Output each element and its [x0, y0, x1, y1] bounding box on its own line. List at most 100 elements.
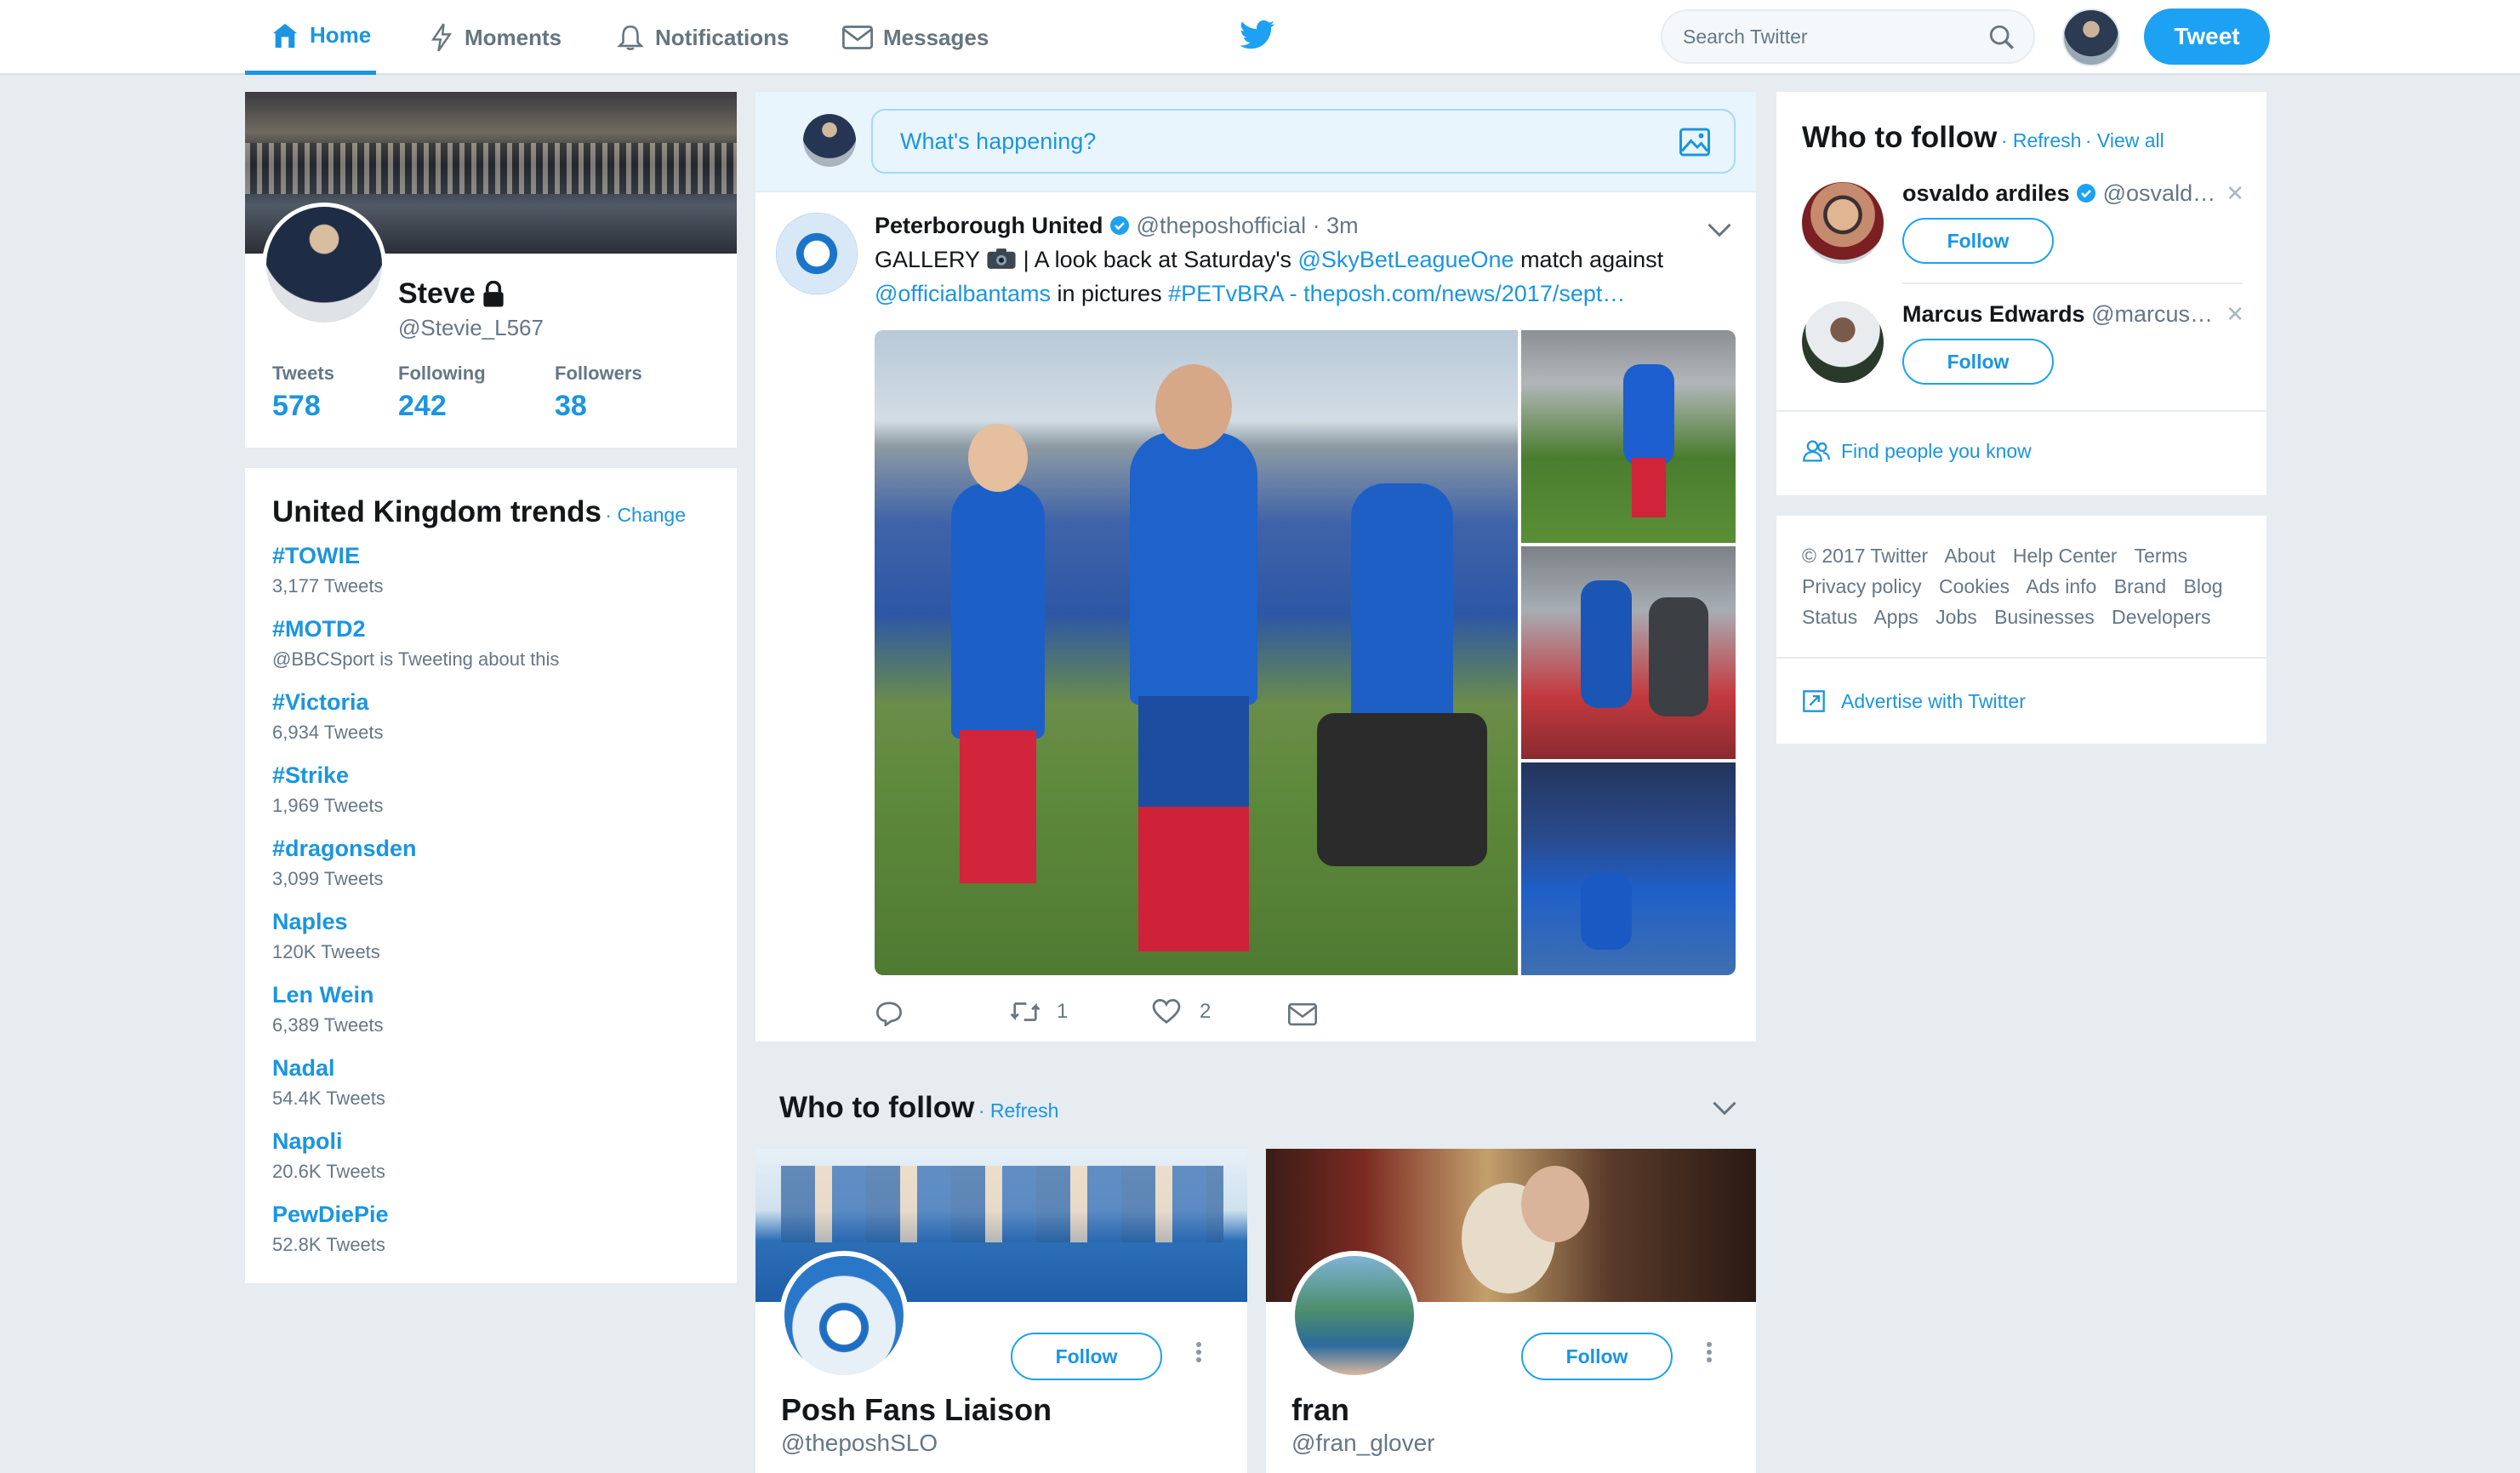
footer-link[interactable]: Developers — [2112, 606, 2210, 628]
wtf-side-handle[interactable]: @marcus… — [2091, 301, 2213, 327]
trend-item[interactable]: #Strike — [272, 762, 349, 789]
wtf-card-name[interactable]: Posh Fans Liaison — [781, 1392, 1052, 1428]
tweet-photo-main[interactable] — [875, 330, 1518, 975]
retweet-action[interactable]: 1 — [1007, 999, 1068, 1025]
tweet-card[interactable]: Peterborough United @theposhofficial · 3… — [755, 192, 1756, 1042]
footer-link[interactable]: Businesses — [1994, 606, 2095, 628]
follow-button[interactable]: Follow — [1902, 218, 2054, 264]
trend-item[interactable]: Nadal — [272, 1055, 335, 1082]
tweet-photo-3[interactable] — [1521, 546, 1736, 759]
trend-item[interactable]: Naples — [272, 909, 348, 935]
mention-link[interactable]: @SkyBetLeagueOne — [1297, 247, 1514, 272]
follow-button[interactable]: Follow — [1011, 1333, 1162, 1380]
wtf-card-avatar[interactable] — [1290, 1251, 1419, 1380]
tweet-photo-4[interactable] — [1521, 762, 1736, 975]
wtf-side-handle[interactable]: @osvald… — [2103, 180, 2215, 206]
wtf-card-avatar[interactable] — [779, 1251, 909, 1380]
stat-tweets-label[interactable]: Tweets — [272, 363, 334, 385]
mention-link[interactable]: @officialbantams — [875, 281, 1051, 306]
find-people-link[interactable]: Find people you know — [1802, 439, 2032, 463]
wtf-side-name[interactable]: osvaldo ardiles — [1902, 180, 2070, 206]
trend-item[interactable]: Napoli — [272, 1128, 343, 1155]
trend-item[interactable]: #TOWIE — [272, 543, 360, 569]
wtf-main-refresh[interactable]: · Refresh — [978, 1099, 1059, 1122]
wtf-side-view-all[interactable]: · View all — [2085, 129, 2164, 151]
close-icon[interactable]: ✕ — [2226, 301, 2244, 328]
stat-followers-label[interactable]: Followers — [555, 363, 642, 385]
tweet-author-name[interactable]: Peterborough United — [875, 213, 1103, 238]
nav-messages[interactable]: Messages — [842, 0, 989, 75]
footer-link[interactable]: Help Center — [2013, 545, 2118, 567]
footer-link[interactable]: Apps — [1873, 606, 1918, 628]
footer-link[interactable]: Jobs — [1936, 606, 1977, 628]
compose-avatar[interactable] — [803, 114, 856, 167]
nav-home[interactable]: Home — [245, 0, 376, 75]
wtf-card-handle[interactable]: @theposhSLO — [781, 1430, 938, 1457]
footer-link[interactable]: Status — [1802, 606, 1857, 628]
footer-link[interactable]: Privacy policy — [1802, 575, 1922, 597]
stat-following-label[interactable]: Following — [398, 363, 486, 385]
tweet-author-avatar[interactable] — [776, 213, 858, 294]
tweet-button[interactable]: Tweet — [2144, 9, 2270, 65]
chevron-down-icon[interactable] — [1712, 1099, 1737, 1116]
profile-handle[interactable]: @Stevie_L567 — [398, 315, 544, 341]
wtf-side-avatar[interactable] — [1802, 182, 1884, 264]
profile-name-row: Steve — [398, 277, 506, 311]
tweet-time[interactable]: · 3m — [1313, 213, 1359, 238]
footer-link[interactable]: Blog — [2184, 575, 2223, 597]
tweet-photo-2[interactable] — [1521, 330, 1736, 543]
trend-item[interactable]: PewDiePie — [272, 1202, 389, 1228]
reply-icon[interactable] — [875, 1001, 904, 1026]
nav-moments[interactable]: Moments — [429, 0, 562, 75]
nav-notifications[interactable]: Notifications — [616, 0, 789, 75]
compose-input[interactable]: What's happening? — [871, 109, 1736, 174]
footer-row: Privacy policy Cookies Ads info Brand Bl… — [1802, 575, 2235, 598]
hashtag-link[interactable]: #PETvBRA — [1168, 281, 1283, 306]
follow-button[interactable]: Follow — [1902, 339, 2054, 385]
wtf-user-card[interactable]: Follow fran @fran_glover — [1266, 1149, 1756, 1473]
wtf-side-refresh[interactable]: · Refresh — [2001, 129, 2082, 151]
wtf-side-name[interactable]: Marcus Edwards — [1902, 301, 2085, 327]
image-icon[interactable] — [1679, 128, 1710, 157]
wtf-card-handle[interactable]: @fran_glover — [1291, 1430, 1435, 1457]
search-input[interactable]: Search Twitter — [1661, 9, 2035, 64]
like-action[interactable]: 2 — [1152, 999, 1211, 1025]
footer-link[interactable]: Ads info — [2026, 575, 2096, 597]
twitter-bird-icon[interactable] — [1239, 19, 1276, 53]
trend-item[interactable]: #Victoria — [272, 689, 369, 716]
compose-box: What's happening? — [755, 92, 1756, 191]
nav-notifications-label: Notifications — [655, 24, 790, 50]
trend-count: 6,389 Tweets — [272, 1014, 384, 1036]
camera-icon — [987, 248, 1016, 269]
trend-item[interactable]: Len Wein — [272, 982, 374, 1008]
profile-name[interactable]: Steve — [398, 277, 476, 311]
footer-link[interactable]: About — [1944, 545, 1995, 567]
more-options-icon[interactable] — [1707, 1339, 1712, 1365]
close-icon[interactable]: ✕ — [2226, 180, 2244, 207]
advertise-link[interactable]: Advertise with Twitter — [1802, 689, 2026, 713]
wtf-side-avatar[interactable] — [1802, 301, 1884, 383]
trend-count: 120K Tweets — [272, 941, 380, 962]
footer-link[interactable]: Brand — [2114, 575, 2166, 597]
footer-row: © 2017 Twitter About Help Center Terms — [1802, 545, 2199, 568]
envelope-icon[interactable] — [1288, 1002, 1317, 1026]
wtf-card-name[interactable]: fran — [1291, 1392, 1349, 1428]
search-icon[interactable] — [1987, 23, 2016, 52]
more-options-icon[interactable] — [1196, 1339, 1201, 1365]
url-link[interactable]: theposh.com/news/2017/sept… — [1303, 281, 1625, 306]
footer-link[interactable]: Terms — [2135, 545, 2188, 567]
profile-avatar[interactable] — [262, 203, 386, 327]
stat-tweets-value[interactable]: 578 — [272, 390, 321, 423]
trend-item[interactable]: #MOTD2 — [272, 616, 366, 642]
tweet-author-handle[interactable]: @theposhofficial — [1137, 213, 1307, 238]
footer-link[interactable]: Cookies — [1939, 575, 2010, 597]
trend-count: 1,969 Tweets — [272, 795, 384, 816]
stat-following-value[interactable]: 242 — [398, 390, 447, 423]
chevron-down-icon[interactable] — [1707, 221, 1732, 238]
stat-followers-value[interactable]: 38 — [555, 390, 587, 423]
account-avatar[interactable] — [2062, 9, 2120, 66]
trends-change-link[interactable]: · Change — [605, 504, 686, 526]
wtf-user-card[interactable]: Follow Posh Fans Liaison @theposhSLO — [755, 1149, 1247, 1473]
follow-button[interactable]: Follow — [1521, 1333, 1673, 1380]
trend-item[interactable]: #dragonsden — [272, 836, 417, 862]
